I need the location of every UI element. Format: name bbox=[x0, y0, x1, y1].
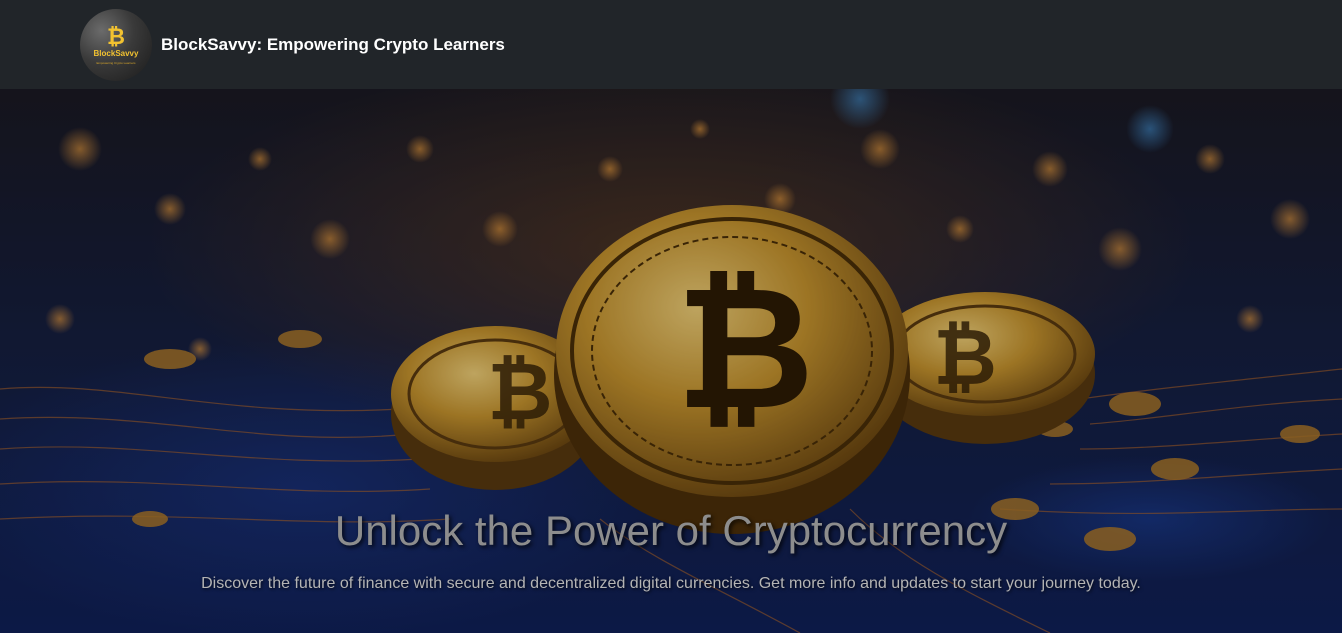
logo-tagline: Empowering Crypto Learners bbox=[96, 60, 136, 65]
brand-logo[interactable]: ₿ BlockSavvy Empowering Crypto Learners bbox=[80, 8, 152, 81]
brand-title[interactable]: BlockSavvy: Empowering Crypto Learners bbox=[161, 35, 505, 55]
bitcoin-icon: ₿ bbox=[107, 24, 125, 48]
logo-text: BlockSavvy bbox=[93, 48, 139, 58]
navbar: ₿ BlockSavvy Empowering Crypto Learners … bbox=[0, 0, 1342, 89]
svg-text:₿: ₿ bbox=[107, 24, 125, 48]
hero-section: ₿ ₿ ₿ Unlock the Power of Cryptocurrency… bbox=[0, 89, 1342, 633]
hero-heading: Unlock the Power of Cryptocurrency bbox=[334, 507, 1008, 554]
hero-subtext: Discover the future of finance with secu… bbox=[201, 575, 1141, 592]
